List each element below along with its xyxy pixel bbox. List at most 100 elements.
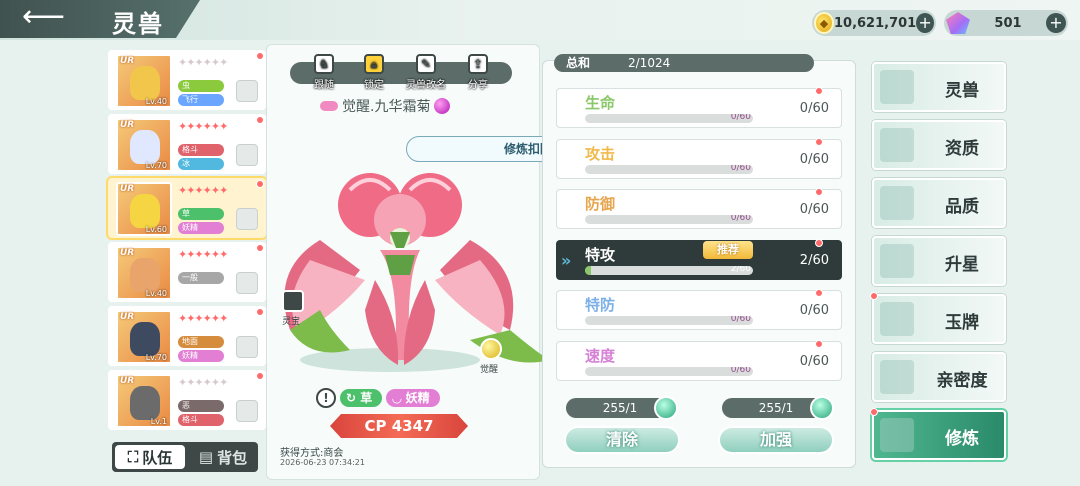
menu-icon bbox=[880, 70, 914, 104]
pet-name-row: 觉醒.九华霜菊 bbox=[320, 96, 451, 116]
pet-level: Lv.1 bbox=[150, 417, 167, 426]
tab-team[interactable]: ⛶ 队伍 bbox=[115, 445, 185, 469]
stat-value: 2/60 bbox=[799, 252, 829, 268]
stat-progress-text: 0/60 bbox=[730, 164, 751, 173]
pet-card[interactable]: UR Lv.40 ✦✦✦✦✦✦ 虫飞行 bbox=[108, 50, 266, 110]
stat-progress-fill bbox=[585, 265, 591, 275]
menu-label: 品质 bbox=[945, 197, 979, 217]
selected-chevron-icon: » bbox=[561, 250, 572, 270]
total-label: 总和 bbox=[566, 56, 591, 70]
rarity-badge: UR bbox=[120, 312, 135, 322]
awaken-icon[interactable] bbox=[480, 338, 502, 360]
resource-left-add-icon[interactable] bbox=[654, 396, 678, 420]
menu-icon bbox=[880, 128, 914, 162]
share-icon: ⇪ bbox=[468, 54, 488, 74]
type-grass-icon: ↻ bbox=[346, 391, 361, 405]
type-fairy-icon: ◡ bbox=[392, 391, 406, 405]
bag-icon: ▤ bbox=[198, 448, 214, 466]
stat-value: 0/60 bbox=[799, 101, 829, 116]
type-tag: 格斗 bbox=[178, 144, 224, 156]
star-rating: ✦✦✦✦✦✦ bbox=[178, 120, 228, 133]
menu-item[interactable]: 灵兽 bbox=[872, 62, 1006, 112]
pet-thumbnail: UR Lv.40 bbox=[116, 54, 172, 108]
strengthen-button[interactable]: 加强 bbox=[718, 426, 834, 454]
menu-item[interactable]: 玉牌 bbox=[870, 292, 1006, 344]
menu-icon bbox=[880, 186, 914, 220]
share-button[interactable]: ⇪ 分享 bbox=[456, 54, 500, 91]
pet-roster: UR Lv.40 ✦✦✦✦✦✦ 虫飞行 UR Lv.70 ✦✦✦✦✦✦ 格斗冰 UR… bbox=[108, 50, 268, 440]
stat-name: 防御 bbox=[585, 195, 616, 213]
notification-dot bbox=[256, 372, 264, 380]
held-item-icon bbox=[236, 400, 258, 422]
held-item-icon bbox=[236, 80, 258, 102]
stat-progress-bar: 0/60 bbox=[585, 215, 753, 224]
pet-portrait bbox=[130, 194, 160, 228]
stat-row[interactable]: » 特攻 推荐 2/60 2/60 bbox=[556, 238, 842, 280]
pet-types: ! ↻ 草 ◡ 妖精 bbox=[316, 388, 440, 408]
pet-thumbnail: UR Lv.70 bbox=[116, 310, 172, 364]
pet-card[interactable]: UR Lv.70 ✦✦✦✦✦✦ 地面 妖精 bbox=[108, 306, 266, 366]
tab-bag[interactable]: ▤ 背包 bbox=[188, 442, 258, 472]
gem-currency: 501 + bbox=[944, 10, 1068, 36]
pet-portrait bbox=[130, 66, 160, 100]
rarity-badge: UR bbox=[120, 184, 135, 194]
resource-right-add-icon[interactable] bbox=[810, 396, 834, 420]
menu-item[interactable]: 修炼 bbox=[870, 408, 1006, 460]
back-arrow-icon[interactable]: ⟵ bbox=[22, 2, 72, 32]
add-gold-button[interactable]: + bbox=[916, 13, 934, 33]
stat-row[interactable]: 特防 0/60 0/60 bbox=[556, 289, 842, 330]
menu-item[interactable]: 升星 bbox=[872, 236, 1006, 286]
accessory-icon[interactable] bbox=[282, 290, 304, 312]
share-label: 分享 bbox=[468, 80, 488, 91]
pet-card[interactable]: UR Lv.60 ✦✦✦✦✦✦ 草妖精 bbox=[108, 178, 266, 238]
stat-name: 生命 bbox=[585, 94, 616, 112]
info-icon[interactable]: ! bbox=[316, 388, 336, 408]
pet-portrait bbox=[130, 322, 160, 356]
roster-tabs: ⛶ 队伍 ▤ 背包 bbox=[112, 442, 258, 472]
obtain-method: 获得方式:商会 bbox=[280, 448, 344, 459]
pet-thumbnail: UR Lv.70 bbox=[116, 118, 172, 172]
resource-right: 255/1 bbox=[722, 396, 834, 420]
menu-item[interactable]: 亲密度 bbox=[872, 352, 1006, 402]
type-tag: 妖精 bbox=[178, 350, 224, 362]
lock-label: 锁定 bbox=[364, 80, 384, 91]
menu-icon bbox=[880, 418, 914, 452]
notification-dot bbox=[815, 87, 823, 95]
combat-power: CP 4347 bbox=[330, 414, 468, 438]
pet-card[interactable]: UR Lv.70 ✦✦✦✦✦✦ 格斗冰 bbox=[108, 114, 266, 174]
stat-progress-text: 0/60 bbox=[730, 366, 751, 375]
stat-row[interactable]: 速度 0/60 0/60 bbox=[556, 339, 842, 381]
notification-dot bbox=[815, 137, 823, 146]
clear-button[interactable]: 清除 bbox=[564, 426, 680, 454]
pet-portrait bbox=[130, 130, 160, 164]
stat-row[interactable]: 防御 0/60 0/60 bbox=[556, 188, 842, 229]
team-icon: ⛶ bbox=[127, 448, 139, 466]
menu-item[interactable]: 资质 bbox=[872, 120, 1006, 170]
pet-name: 觉醒.九华霜菊 bbox=[342, 99, 431, 115]
menu-item[interactable]: 品质 bbox=[872, 178, 1006, 228]
rename-button[interactable]: ✎ 灵兽改名 bbox=[404, 54, 448, 91]
notification-dot bbox=[815, 238, 823, 247]
follow-button[interactable]: ♞ 跟随 bbox=[302, 54, 346, 91]
notification-dot bbox=[815, 339, 823, 348]
type-tag: 妖精 bbox=[178, 222, 224, 234]
add-gem-button[interactable]: + bbox=[1046, 13, 1066, 33]
stat-progress-bar: 0/60 bbox=[585, 114, 753, 123]
pet-thumbnail: UR Lv.1 bbox=[116, 374, 172, 428]
resource-left: 255/1 bbox=[566, 396, 678, 420]
pet-portrait bbox=[130, 386, 160, 420]
pet-card[interactable]: UR Lv.40 ✦✦✦✦✦✦ 一般 bbox=[108, 242, 266, 302]
pet-card[interactable]: UR Lv.1 ✦✦✦✦✦✦ 恶格斗 bbox=[108, 370, 266, 430]
lock-button[interactable]: 🔒︎ 锁定 bbox=[352, 54, 396, 91]
tab-bag-label: 背包 bbox=[217, 448, 248, 467]
stat-row[interactable]: 攻击 0/60 0/60 bbox=[556, 137, 842, 179]
pet-thumbnail: UR Lv.60 bbox=[116, 182, 172, 236]
gold-amount: 10,621,701 bbox=[833, 15, 917, 31]
pet-level: Lv.70 bbox=[145, 353, 167, 362]
awaken-label: 觉醒 bbox=[480, 365, 499, 375]
stat-row[interactable]: 生命 0/60 0/60 bbox=[556, 87, 842, 128]
obtain-time: 2026-06-23 07:34:21 bbox=[280, 458, 365, 467]
total-value: 2/1024 bbox=[628, 56, 671, 70]
resource-right-value: 255/1 bbox=[758, 401, 794, 415]
menu-label: 玉牌 bbox=[945, 313, 979, 333]
